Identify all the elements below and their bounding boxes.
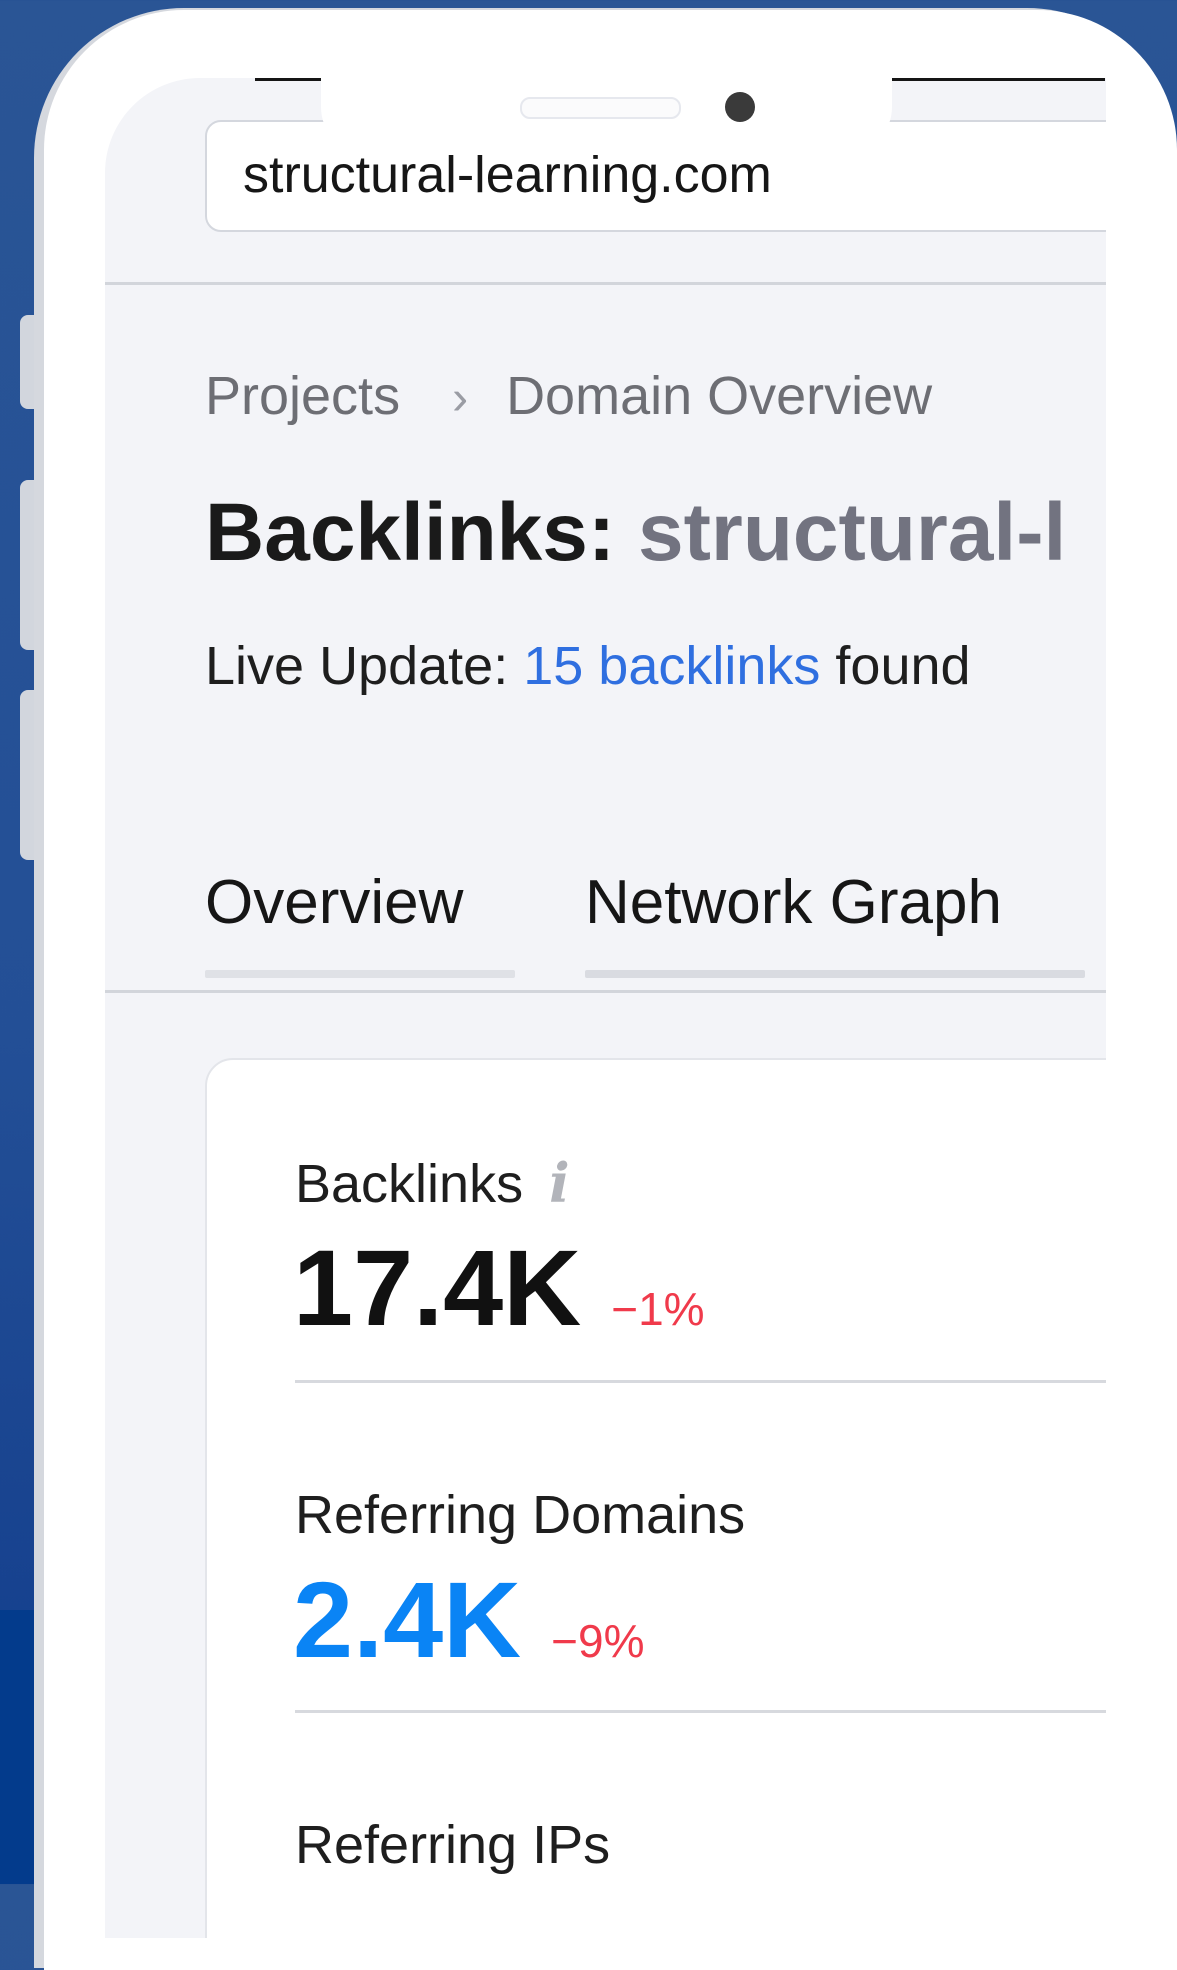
metric-label-referring-ips: Referring IPs — [295, 1815, 611, 1875]
metric-change-backlinks: −1% — [611, 1283, 705, 1335]
live-update-label: Live Update: — [205, 636, 509, 696]
front-camera — [725, 92, 755, 122]
metric-value-referring-domains-number[interactable]: 2.4K — [293, 1559, 521, 1680]
backlinks-found-link[interactable]: 15 backlinks — [523, 636, 820, 696]
tab-network-graph[interactable]: Network Graph — [585, 858, 1002, 948]
tab-overview-underline — [205, 970, 515, 978]
header-divider — [105, 282, 1106, 285]
metric-value-backlinks-number: 17.4K — [293, 1227, 582, 1348]
breadcrumb-item-domain-overview[interactable]: Domain Overview — [506, 366, 932, 426]
live-update-suffix: found — [835, 636, 971, 696]
phone-screen: structural-learning.com Projects › Domain … — [105, 78, 1106, 1938]
page-title-domain: structural-l — [638, 487, 1067, 578]
metric-divider — [295, 1710, 1106, 1713]
chevron-right-icon: › — [452, 372, 469, 425]
metric-divider — [295, 1380, 1106, 1383]
breadcrumb-item-projects[interactable]: Projects — [205, 366, 400, 426]
page-title: Backlinks: structural-l — [205, 483, 1066, 583]
metric-label-backlinks-text: Backlinks — [295, 1154, 524, 1214]
metric-label-referring-domains: Referring Domains — [295, 1485, 746, 1545]
info-icon[interactable]: i — [549, 1150, 570, 1216]
live-update-line: Live Update: 15 backlinks found — [205, 631, 971, 701]
metric-value-backlinks: 17.4K −1% — [293, 1228, 705, 1369]
tab-network-graph-underline — [585, 970, 1085, 978]
speaker-grille — [520, 97, 681, 119]
metrics-card: Backlinks i 17.4K −1% Referring Domains 2.… — [205, 1058, 1106, 1938]
metric-label-backlinks: Backlinks i — [295, 1150, 570, 1217]
metric-value-referring-domains[interactable]: 2.4K −9% — [293, 1560, 645, 1701]
metric-change-referring-domains: −9% — [551, 1615, 645, 1667]
tab-overview[interactable]: Overview — [205, 858, 463, 948]
page-title-prefix: Backlinks: — [205, 487, 616, 578]
tabs-divider — [105, 990, 1106, 993]
breadcrumb: Projects › Domain Overview — [205, 361, 932, 431]
